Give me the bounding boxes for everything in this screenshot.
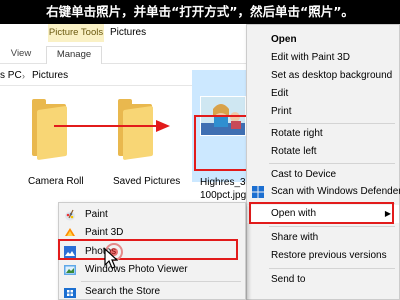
folder-label: Saved Pictures — [113, 176, 181, 187]
window-title: Pictures — [110, 27, 147, 38]
paint-3d-icon — [65, 228, 75, 236]
menu-separator — [269, 163, 395, 164]
menu-item-edit-with-paint-3d[interactable]: Edit with Paint 3D — [247, 49, 399, 67]
paint-icon — [65, 209, 75, 221]
windows-defender-icon — [252, 186, 264, 198]
menu-item-cast-to-device[interactable]: Cast to Device — [247, 166, 399, 184]
menu-separator — [269, 226, 395, 227]
highlight-open-with — [249, 202, 394, 224]
store-icon — [64, 288, 76, 298]
ribbon-tabs: View Manage — [0, 42, 260, 64]
breadcrumb-pictures[interactable]: Pictures — [32, 66, 68, 86]
menu-item-set-desktop-background[interactable]: Set as desktop background — [247, 67, 399, 85]
highlight-thumbnail — [194, 115, 250, 171]
menu-item-open[interactable]: Open — [247, 31, 399, 49]
submenu-item-paint[interactable]: Paint — [59, 206, 245, 224]
folder-label: Camera Roll — [28, 176, 84, 187]
file-label-line2: 100pct.jpg — [200, 190, 247, 201]
arrow-annotation-icon — [54, 120, 170, 132]
photo-viewer-icon — [64, 265, 76, 275]
menu-item-print[interactable]: Print — [247, 103, 399, 121]
menu-item-send-to[interactable]: Send to — [247, 271, 399, 289]
instruction-banner: 右键单击照片，并单击“打开方式”，然后单击“照片”。 — [0, 0, 400, 24]
highlight-photos — [58, 239, 238, 260]
breadcrumb-separator-icon: › — [22, 71, 25, 81]
breadcrumb-this-pc[interactable]: s PC — [0, 66, 22, 86]
menu-separator — [269, 268, 395, 269]
menu-item-rotate-right[interactable]: Rotate right — [247, 125, 399, 143]
file-label-line1: Highres_30 — [200, 177, 252, 188]
submenu-item-search-store[interactable]: Search the Store — [59, 283, 245, 300]
menu-item-edit[interactable]: Edit — [247, 85, 399, 103]
tab-view[interactable]: View — [8, 46, 34, 64]
title-bar: Picture Tools Pictures — [0, 24, 260, 42]
menu-separator — [81, 281, 241, 282]
menu-separator — [269, 123, 395, 124]
submenu-item-windows-photo-viewer[interactable]: Windows Photo Viewer — [59, 261, 245, 279]
menu-item-rotate-left[interactable]: Rotate left — [247, 143, 399, 161]
menu-item-share-with[interactable]: Share with — [247, 229, 399, 247]
picture-tools-tab[interactable]: Picture Tools — [48, 24, 104, 42]
context-menu: Open Edit with Paint 3D Set as desktop b… — [246, 24, 400, 300]
menu-item-restore-previous-versions[interactable]: Restore previous versions — [247, 247, 399, 265]
mouse-cursor-icon — [104, 248, 118, 269]
tab-manage[interactable]: Manage — [46, 46, 102, 64]
menu-item-scan-defender[interactable]: Scan with Windows Defender — [247, 183, 400, 201]
